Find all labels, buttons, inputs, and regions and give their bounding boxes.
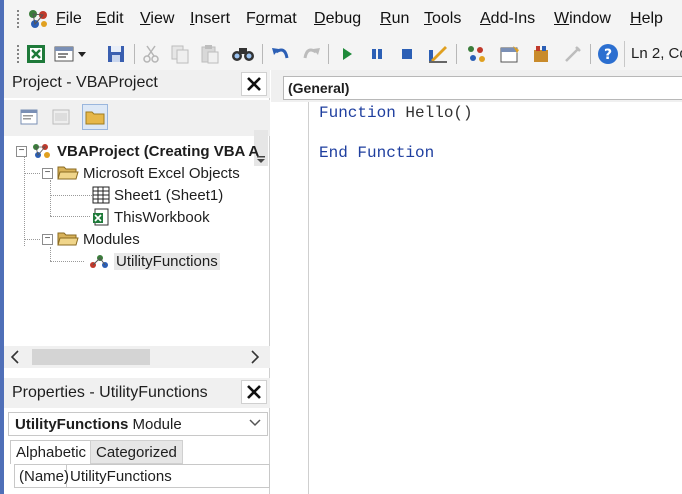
code-keyword: Function — [319, 104, 396, 122]
tree-label-utilityfunctions: UtilityFunctions — [114, 252, 220, 270]
save-icon[interactable] — [104, 42, 128, 66]
tree-label-excel-objects: Microsoft Excel Objects — [83, 164, 240, 182]
tree-node-utilityfunctions[interactable]: UtilityFunctions — [88, 250, 220, 272]
project-explorer-icon[interactable] — [464, 42, 488, 66]
code-keyword: End Function — [319, 144, 435, 162]
break-icon[interactable] — [366, 42, 388, 66]
tree-node-vbaproject[interactable]: − VBAProject (Creating VBA A — [16, 140, 259, 162]
tab-categorized[interactable]: Categorized — [90, 440, 183, 464]
menu-format[interactable]: Format — [246, 10, 297, 28]
design-mode-icon[interactable] — [426, 42, 450, 66]
folder-icon — [85, 111, 105, 125]
tree-node-thisworkbook[interactable]: ThisWorkbook — [92, 206, 210, 228]
menu-window[interactable]: Window — [554, 10, 611, 28]
collapse-icon[interactable]: − — [42, 233, 53, 245]
worksheet-icon — [92, 186, 110, 204]
cut-icon[interactable] — [140, 42, 162, 66]
help-icon[interactable]: ? — [596, 42, 620, 66]
view-object-button[interactable] — [48, 104, 74, 130]
menu-debug[interactable]: Debug — [314, 10, 361, 28]
menu-edit[interactable]: Edit — [96, 10, 124, 28]
property-row-name[interactable]: (Name) UtilityFunctions — [14, 464, 270, 488]
open-folder-icon — [57, 166, 79, 180]
tree-label-sheet1: Sheet1 (Sheet1) — [114, 186, 224, 204]
find-icon[interactable] — [230, 42, 256, 66]
menu-add-ins[interactable]: Add-Ins — [480, 10, 535, 28]
project-horizontal-scrollbar[interactable] — [4, 346, 270, 368]
workbook-icon — [93, 208, 109, 226]
object-browser-icon[interactable] — [530, 42, 554, 66]
project-toolbar — [4, 100, 270, 166]
tree-node-modules[interactable]: − Modules — [42, 228, 140, 250]
project-tree: − VBAProject (Creating VBA A − Microsoft… — [4, 136, 270, 346]
collapse-icon[interactable]: − — [42, 167, 53, 179]
menu-file[interactable]: File — [56, 10, 82, 28]
menu-run[interactable]: Run — [380, 10, 409, 28]
toolbar-grip[interactable] — [16, 9, 20, 29]
menu-tools[interactable]: Tools — [424, 10, 461, 28]
toolbox-icon[interactable] — [562, 42, 584, 66]
project-close-button[interactable] — [241, 72, 267, 96]
object-dropdown[interactable]: (General) — [283, 76, 682, 100]
tab-alphabetic[interactable]: Alphabetic — [10, 440, 93, 464]
menu-help[interactable]: Help — [630, 10, 663, 28]
open-folder-icon — [57, 232, 79, 246]
module-icon — [90, 255, 108, 268]
menu-insert[interactable]: Insert — [190, 10, 230, 28]
vba-app-icon[interactable] — [26, 8, 50, 34]
properties-pane-title: Properties - UtilityFunctions — [4, 378, 270, 408]
tree-node-sheet1[interactable]: Sheet1 (Sheet1) — [92, 184, 223, 206]
code-line-2[interactable]: End Function — [319, 144, 434, 162]
object-type: Module — [132, 416, 182, 433]
tree-label-modules: Modules — [83, 230, 140, 248]
properties-window-icon[interactable] — [498, 42, 522, 66]
paste-icon[interactable] — [198, 42, 222, 66]
code-text: Hello() — [395, 104, 473, 122]
view-code-button[interactable] — [16, 104, 42, 130]
cursor-position-status: Ln 2, Co — [624, 41, 682, 67]
properties-close-button[interactable] — [241, 380, 267, 404]
toolbar-grip[interactable] — [16, 44, 20, 64]
object-selector[interactable]: UtilityFunctions Module — [8, 412, 268, 436]
copy-icon[interactable] — [168, 42, 192, 66]
close-icon — [247, 77, 261, 91]
menu-view[interactable]: View — [140, 10, 174, 28]
tree-label-thisworkbook: ThisWorkbook — [114, 208, 210, 226]
vba-project-icon — [33, 144, 50, 158]
collapse-icon[interactable]: − — [16, 145, 27, 157]
margin-indicator-bar[interactable] — [279, 102, 309, 494]
tree-node-excel-objects[interactable]: − Microsoft Excel Objects — [42, 162, 240, 184]
run-icon[interactable] — [336, 42, 358, 66]
project-explorer-pane: Project - VBAProject − VBAProject (Creat… — [4, 70, 270, 376]
insert-userform-icon[interactable] — [54, 42, 88, 66]
project-pane-title: Project - VBAProject — [4, 70, 270, 98]
chevron-down-icon[interactable] — [249, 416, 261, 430]
scroll-right-icon[interactable] — [250, 349, 260, 369]
code-header: (General) — [271, 70, 682, 102]
tree-label-vbaproject: VBAProject (Creating VBA A — [57, 142, 260, 160]
object-name: UtilityFunctions — [15, 416, 129, 433]
standard-toolbar: ? Ln 2, Co — [4, 38, 682, 70]
scroll-left-icon[interactable] — [10, 349, 20, 369]
view-code-icon — [20, 109, 38, 125]
reset-icon[interactable] — [396, 42, 418, 66]
properties-pane: Properties - UtilityFunctions UtilityFun… — [4, 376, 270, 494]
svg-text:?: ? — [604, 47, 612, 63]
close-icon — [247, 385, 261, 399]
scroll-thumb[interactable] — [32, 349, 150, 365]
view-object-icon — [52, 109, 70, 125]
code-window: (General) Function Hello() End Function — [271, 70, 682, 494]
undo-icon[interactable] — [270, 42, 292, 66]
property-value[interactable]: UtilityFunctions — [67, 468, 172, 485]
toggle-folders-button[interactable] — [82, 104, 108, 130]
menu-bar: File Edit View Insert Format Debug Run T… — [4, 0, 682, 38]
excel-view-icon[interactable] — [24, 42, 48, 66]
property-name: (Name) — [15, 465, 69, 487]
redo-icon[interactable] — [300, 42, 322, 66]
code-line-1[interactable]: Function Hello() — [319, 104, 473, 122]
